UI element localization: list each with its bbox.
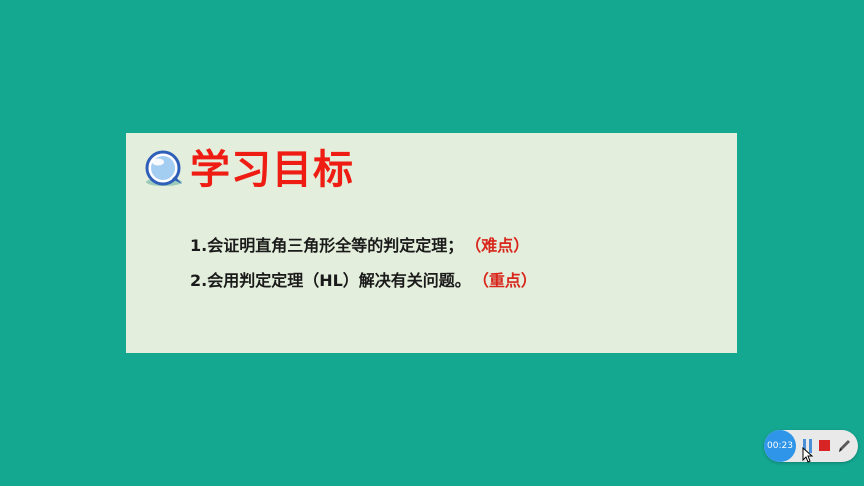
- title-row: 学习目标: [142, 145, 354, 195]
- objective-text: 2.会用判定定理（HL）解决有关问题。: [190, 271, 471, 290]
- timer-display: 00:23: [764, 430, 796, 462]
- speech-bubble-icon: [142, 148, 186, 192]
- mouse-cursor-icon: [802, 446, 814, 463]
- objective-text: 1.会证明直角三角形全等的判定定理；: [190, 236, 464, 255]
- slide-title: 学习目标: [190, 147, 354, 193]
- slide-card: 学习目标 1.会证明直角三角形全等的判定定理； （难点） 2.会用判定定理（HL）…: [126, 133, 737, 353]
- stop-button[interactable]: [819, 440, 830, 451]
- pen-icon: [839, 440, 850, 452]
- objective-tag: （难点）: [473, 236, 530, 255]
- list-item: 2.会用判定定理（HL）解决有关问题。 （重点）: [190, 271, 537, 291]
- pen-button[interactable]: [836, 437, 852, 455]
- objective-tag: （重点）: [480, 271, 537, 290]
- objectives-list: 1.会证明直角三角形全等的判定定理； （难点） 2.会用判定定理（HL）解决有关问…: [190, 236, 537, 306]
- list-item: 1.会证明直角三角形全等的判定定理； （难点）: [190, 236, 537, 256]
